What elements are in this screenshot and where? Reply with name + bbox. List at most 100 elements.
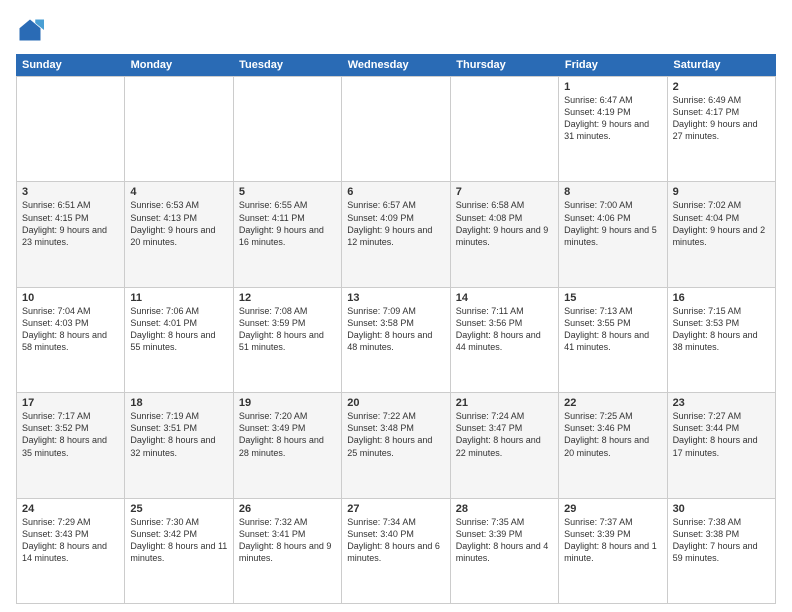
day-number: 26 [239,503,336,515]
calendar-empty-cell [342,77,450,182]
calendar-day-17: 17Sunrise: 7:17 AM Sunset: 3:52 PM Dayli… [17,393,125,498]
calendar-day-24: 24Sunrise: 7:29 AM Sunset: 3:43 PM Dayli… [17,499,125,604]
day-number: 2 [673,81,770,93]
day-info: Sunrise: 7:04 AM Sunset: 4:03 PM Dayligh… [22,305,119,354]
day-info: Sunrise: 6:51 AM Sunset: 4:15 PM Dayligh… [22,199,119,248]
day-number: 7 [456,186,553,198]
day-number: 16 [673,292,770,304]
day-info: Sunrise: 7:30 AM Sunset: 3:42 PM Dayligh… [130,516,227,565]
day-info: Sunrise: 7:32 AM Sunset: 3:41 PM Dayligh… [239,516,336,565]
day-info: Sunrise: 7:17 AM Sunset: 3:52 PM Dayligh… [22,410,119,459]
day-number: 3 [22,186,119,198]
calendar-header-day: Friday [559,54,668,76]
day-number: 17 [22,397,119,409]
day-info: Sunrise: 7:11 AM Sunset: 3:56 PM Dayligh… [456,305,553,354]
day-number: 13 [347,292,444,304]
day-info: Sunrise: 7:29 AM Sunset: 3:43 PM Dayligh… [22,516,119,565]
day-number: 21 [456,397,553,409]
day-number: 14 [456,292,553,304]
calendar-day-18: 18Sunrise: 7:19 AM Sunset: 3:51 PM Dayli… [125,393,233,498]
day-info: Sunrise: 7:00 AM Sunset: 4:06 PM Dayligh… [564,199,661,248]
day-number: 25 [130,503,227,515]
logo-icon [16,16,44,44]
calendar-empty-cell [125,77,233,182]
calendar-day-27: 27Sunrise: 7:34 AM Sunset: 3:40 PM Dayli… [342,499,450,604]
day-info: Sunrise: 7:35 AM Sunset: 3:39 PM Dayligh… [456,516,553,565]
day-info: Sunrise: 7:27 AM Sunset: 3:44 PM Dayligh… [673,410,770,459]
day-number: 4 [130,186,227,198]
calendar-row: 3Sunrise: 6:51 AM Sunset: 4:15 PM Daylig… [17,182,776,287]
day-number: 19 [239,397,336,409]
day-number: 6 [347,186,444,198]
day-info: Sunrise: 6:57 AM Sunset: 4:09 PM Dayligh… [347,199,444,248]
day-number: 1 [564,81,661,93]
calendar-header-day: Saturday [667,54,776,76]
day-info: Sunrise: 7:20 AM Sunset: 3:49 PM Dayligh… [239,410,336,459]
calendar-day-6: 6Sunrise: 6:57 AM Sunset: 4:09 PM Daylig… [342,182,450,287]
calendar-day-1: 1Sunrise: 6:47 AM Sunset: 4:19 PM Daylig… [559,77,667,182]
day-number: 18 [130,397,227,409]
day-info: Sunrise: 6:58 AM Sunset: 4:08 PM Dayligh… [456,199,553,248]
day-number: 27 [347,503,444,515]
calendar-day-4: 4Sunrise: 6:53 AM Sunset: 4:13 PM Daylig… [125,182,233,287]
calendar-day-21: 21Sunrise: 7:24 AM Sunset: 3:47 PM Dayli… [451,393,559,498]
calendar-day-5: 5Sunrise: 6:55 AM Sunset: 4:11 PM Daylig… [234,182,342,287]
day-info: Sunrise: 7:38 AM Sunset: 3:38 PM Dayligh… [673,516,770,565]
calendar-day-2: 2Sunrise: 6:49 AM Sunset: 4:17 PM Daylig… [668,77,776,182]
day-number: 24 [22,503,119,515]
day-number: 12 [239,292,336,304]
logo [16,16,48,44]
calendar-header-day: Wednesday [342,54,451,76]
calendar-day-12: 12Sunrise: 7:08 AM Sunset: 3:59 PM Dayli… [234,288,342,393]
calendar-day-10: 10Sunrise: 7:04 AM Sunset: 4:03 PM Dayli… [17,288,125,393]
calendar-empty-cell [234,77,342,182]
day-number: 8 [564,186,661,198]
day-info: Sunrise: 7:37 AM Sunset: 3:39 PM Dayligh… [564,516,661,565]
day-info: Sunrise: 6:53 AM Sunset: 4:13 PM Dayligh… [130,199,227,248]
day-number: 29 [564,503,661,515]
day-info: Sunrise: 7:13 AM Sunset: 3:55 PM Dayligh… [564,305,661,354]
calendar-empty-cell [17,77,125,182]
day-info: Sunrise: 6:47 AM Sunset: 4:19 PM Dayligh… [564,94,661,143]
calendar-day-20: 20Sunrise: 7:22 AM Sunset: 3:48 PM Dayli… [342,393,450,498]
calendar-day-30: 30Sunrise: 7:38 AM Sunset: 3:38 PM Dayli… [668,499,776,604]
calendar-day-26: 26Sunrise: 7:32 AM Sunset: 3:41 PM Dayli… [234,499,342,604]
calendar-row: 1Sunrise: 6:47 AM Sunset: 4:19 PM Daylig… [17,77,776,182]
day-info: Sunrise: 7:06 AM Sunset: 4:01 PM Dayligh… [130,305,227,354]
day-number: 28 [456,503,553,515]
calendar-day-22: 22Sunrise: 7:25 AM Sunset: 3:46 PM Dayli… [559,393,667,498]
calendar-day-13: 13Sunrise: 7:09 AM Sunset: 3:58 PM Dayli… [342,288,450,393]
calendar-day-25: 25Sunrise: 7:30 AM Sunset: 3:42 PM Dayli… [125,499,233,604]
day-number: 15 [564,292,661,304]
day-number: 10 [22,292,119,304]
day-number: 20 [347,397,444,409]
calendar-day-8: 8Sunrise: 7:00 AM Sunset: 4:06 PM Daylig… [559,182,667,287]
calendar-row: 17Sunrise: 7:17 AM Sunset: 3:52 PM Dayli… [17,393,776,498]
day-info: Sunrise: 7:25 AM Sunset: 3:46 PM Dayligh… [564,410,661,459]
day-info: Sunrise: 6:55 AM Sunset: 4:11 PM Dayligh… [239,199,336,248]
header [16,16,776,44]
day-number: 9 [673,186,770,198]
day-info: Sunrise: 7:24 AM Sunset: 3:47 PM Dayligh… [456,410,553,459]
calendar-row: 10Sunrise: 7:04 AM Sunset: 4:03 PM Dayli… [17,288,776,393]
day-info: Sunrise: 7:02 AM Sunset: 4:04 PM Dayligh… [673,199,770,248]
day-info: Sunrise: 7:22 AM Sunset: 3:48 PM Dayligh… [347,410,444,459]
calendar-day-15: 15Sunrise: 7:13 AM Sunset: 3:55 PM Dayli… [559,288,667,393]
day-number: 23 [673,397,770,409]
calendar-header-day: Monday [125,54,234,76]
calendar-day-23: 23Sunrise: 7:27 AM Sunset: 3:44 PM Dayli… [668,393,776,498]
calendar-day-7: 7Sunrise: 6:58 AM Sunset: 4:08 PM Daylig… [451,182,559,287]
calendar-day-11: 11Sunrise: 7:06 AM Sunset: 4:01 PM Dayli… [125,288,233,393]
day-info: Sunrise: 7:09 AM Sunset: 3:58 PM Dayligh… [347,305,444,354]
calendar-body: 1Sunrise: 6:47 AM Sunset: 4:19 PM Daylig… [16,76,776,604]
calendar-day-29: 29Sunrise: 7:37 AM Sunset: 3:39 PM Dayli… [559,499,667,604]
day-info: Sunrise: 6:49 AM Sunset: 4:17 PM Dayligh… [673,94,770,143]
calendar-day-19: 19Sunrise: 7:20 AM Sunset: 3:49 PM Dayli… [234,393,342,498]
calendar-day-3: 3Sunrise: 6:51 AM Sunset: 4:15 PM Daylig… [17,182,125,287]
calendar: SundayMondayTuesdayWednesdayThursdayFrid… [16,54,776,604]
calendar-header-day: Thursday [450,54,559,76]
calendar-empty-cell [451,77,559,182]
day-info: Sunrise: 7:08 AM Sunset: 3:59 PM Dayligh… [239,305,336,354]
day-info: Sunrise: 7:34 AM Sunset: 3:40 PM Dayligh… [347,516,444,565]
calendar-day-16: 16Sunrise: 7:15 AM Sunset: 3:53 PM Dayli… [668,288,776,393]
